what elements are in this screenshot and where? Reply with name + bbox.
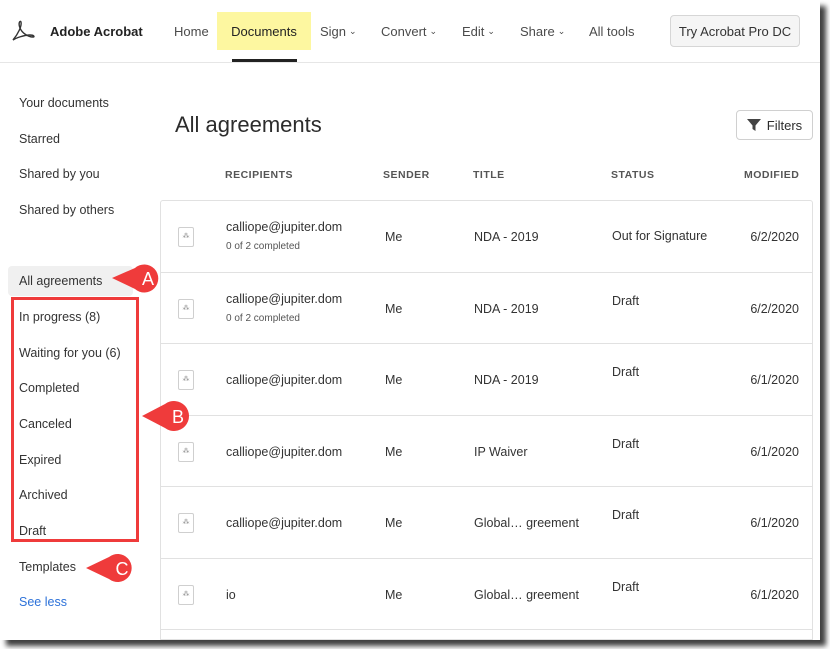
modified-date: 6/2/2020 xyxy=(750,230,799,244)
callout-b: B xyxy=(142,401,189,431)
nav-sign[interactable]: Sign ⌄ xyxy=(312,12,365,50)
nav-label: Convert xyxy=(381,23,427,39)
highlight-box-b xyxy=(11,297,139,542)
column-header-sender[interactable]: SENDER xyxy=(383,169,430,181)
see-less-link[interactable]: See less xyxy=(19,595,67,609)
nav-label: All tools xyxy=(589,23,635,39)
nav-convert[interactable]: Convert ⌄ xyxy=(373,12,445,50)
modified-date: 6/1/2020 xyxy=(750,444,799,459)
document-icon: ⁂ xyxy=(178,227,194,247)
sender: Me xyxy=(385,301,403,316)
sidebar-item-starred[interactable]: Starred xyxy=(19,132,60,146)
title[interactable]: Global… greement xyxy=(474,516,579,530)
nav-label: Home xyxy=(174,23,209,39)
table-row[interactable]: ⁂ io Me Global… greement Draft 6/1/2020 xyxy=(161,559,812,630)
modified-date: 6/1/2020 xyxy=(750,373,799,387)
agreements-table: ⁂ calliope@jupiter.dom 0 of 2 completed … xyxy=(160,200,813,640)
status: Out for Signature xyxy=(612,229,708,243)
acrobat-logo-icon xyxy=(12,20,35,41)
recipient[interactable]: io xyxy=(226,588,236,602)
table-row[interactable]: ⁂ calliope@jupiter.dom Me Global… greeme… xyxy=(161,487,812,559)
filters-label: Filters xyxy=(766,117,803,133)
try-acrobat-pro-button[interactable]: Try Acrobat Pro DC xyxy=(670,15,800,47)
sender: Me xyxy=(385,373,403,387)
callout-label: A xyxy=(142,269,154,289)
title[interactable]: NDA - 2019 xyxy=(474,302,539,316)
column-header-status[interactable]: STATUS xyxy=(611,169,654,181)
page-title: All agreements xyxy=(175,112,322,137)
nav-home[interactable]: Home xyxy=(166,12,217,50)
status: Draft xyxy=(612,293,640,308)
recipient[interactable]: calliope@jupiter.dom xyxy=(226,220,342,234)
recipient[interactable]: calliope@jupiter.dom xyxy=(226,516,342,530)
document-icon: ⁂ xyxy=(178,441,194,462)
sender: Me xyxy=(385,516,403,530)
title[interactable]: IP Waiver xyxy=(474,445,528,459)
sender: Me xyxy=(385,587,403,602)
sidebar-item-shared-by-you[interactable]: Shared by you xyxy=(19,167,100,181)
table-row[interactable]: ⁂ calliope@jupiter.dom Me IP Waiver Draf… xyxy=(161,416,812,487)
acrobat-window: Adobe Acrobat Home Documents Sign ⌄ Conve… xyxy=(0,0,820,640)
nav-share[interactable]: Share ⌄ xyxy=(512,12,573,50)
callout-c: C xyxy=(86,554,132,582)
recipient[interactable]: calliope@jupiter.dom xyxy=(226,445,342,459)
nav-label: Edit xyxy=(462,23,485,39)
status: Draft xyxy=(612,436,640,451)
chevron-down-icon: ⌄ xyxy=(557,25,566,36)
title[interactable]: NDA - 2019 xyxy=(474,373,539,387)
table-row[interactable]: ⁂ calliope@jupiter.dom 0 of 2 completed … xyxy=(161,273,812,344)
callout-label: C xyxy=(116,559,129,579)
chevron-down-icon: ⌄ xyxy=(349,25,357,36)
nav-edit[interactable]: Edit ⌄ xyxy=(454,12,503,50)
document-icon: ⁂ xyxy=(178,513,194,533)
document-icon: ⁂ xyxy=(178,584,194,605)
status: Draft xyxy=(612,365,640,379)
sender: Me xyxy=(385,444,403,459)
modified-date: 6/1/2020 xyxy=(750,587,799,602)
status: Draft xyxy=(612,508,640,522)
nav-label: Sign xyxy=(320,23,347,39)
column-header-recipients[interactable]: RECIPIENTS xyxy=(225,169,293,181)
top-bar: Adobe Acrobat Home Documents Sign ⌄ Conve… xyxy=(0,0,820,63)
document-icon: ⁂ xyxy=(178,370,194,390)
sender: Me xyxy=(385,230,403,244)
modified-date: 6/2/2020 xyxy=(750,301,799,316)
chevron-down-icon: ⌄ xyxy=(487,25,495,36)
recipient[interactable]: calliope@jupiter.dom xyxy=(226,292,342,306)
modified-date: 6/1/2020 xyxy=(750,516,799,530)
nav-all-tools[interactable]: All tools xyxy=(581,12,643,50)
progress-text: 0 of 2 completed xyxy=(226,241,300,252)
title[interactable]: Global… greement xyxy=(474,588,579,602)
nav-label: Share xyxy=(520,23,555,39)
active-tab-indicator xyxy=(232,59,297,62)
callout-label: B xyxy=(172,407,184,427)
chevron-down-icon: ⌄ xyxy=(429,25,438,36)
filter-icon xyxy=(746,119,761,131)
sidebar-item-shared-by-others[interactable]: Shared by others xyxy=(19,203,114,217)
column-header-title[interactable]: TITLE xyxy=(473,169,505,181)
progress-text: 0 of 2 completed xyxy=(226,312,300,324)
brand-name: Adobe Acrobat xyxy=(50,24,143,39)
nav-label: Documents xyxy=(231,23,297,39)
callout-a: A xyxy=(112,264,159,293)
sidebar-item-templates[interactable]: Templates xyxy=(19,560,76,574)
recipient[interactable]: calliope@jupiter.dom xyxy=(226,373,342,387)
table-row[interactable]: ⁂ calliope@jupiter.dom 0 of 2 completed … xyxy=(161,201,812,273)
column-header-modified[interactable]: MODIFIED xyxy=(744,169,799,181)
status: Draft xyxy=(612,579,640,594)
nav-documents[interactable]: Documents xyxy=(217,12,311,50)
table-row[interactable]: ⁂ calliope@jupiter.dom Me NDA - 2019 Dra… xyxy=(161,344,812,416)
sidebar-item-your-documents[interactable]: Your documents xyxy=(19,96,109,110)
title[interactable]: NDA - 2019 xyxy=(474,230,539,244)
filters-button[interactable]: Filters xyxy=(736,110,813,140)
document-icon: ⁂ xyxy=(178,298,194,319)
